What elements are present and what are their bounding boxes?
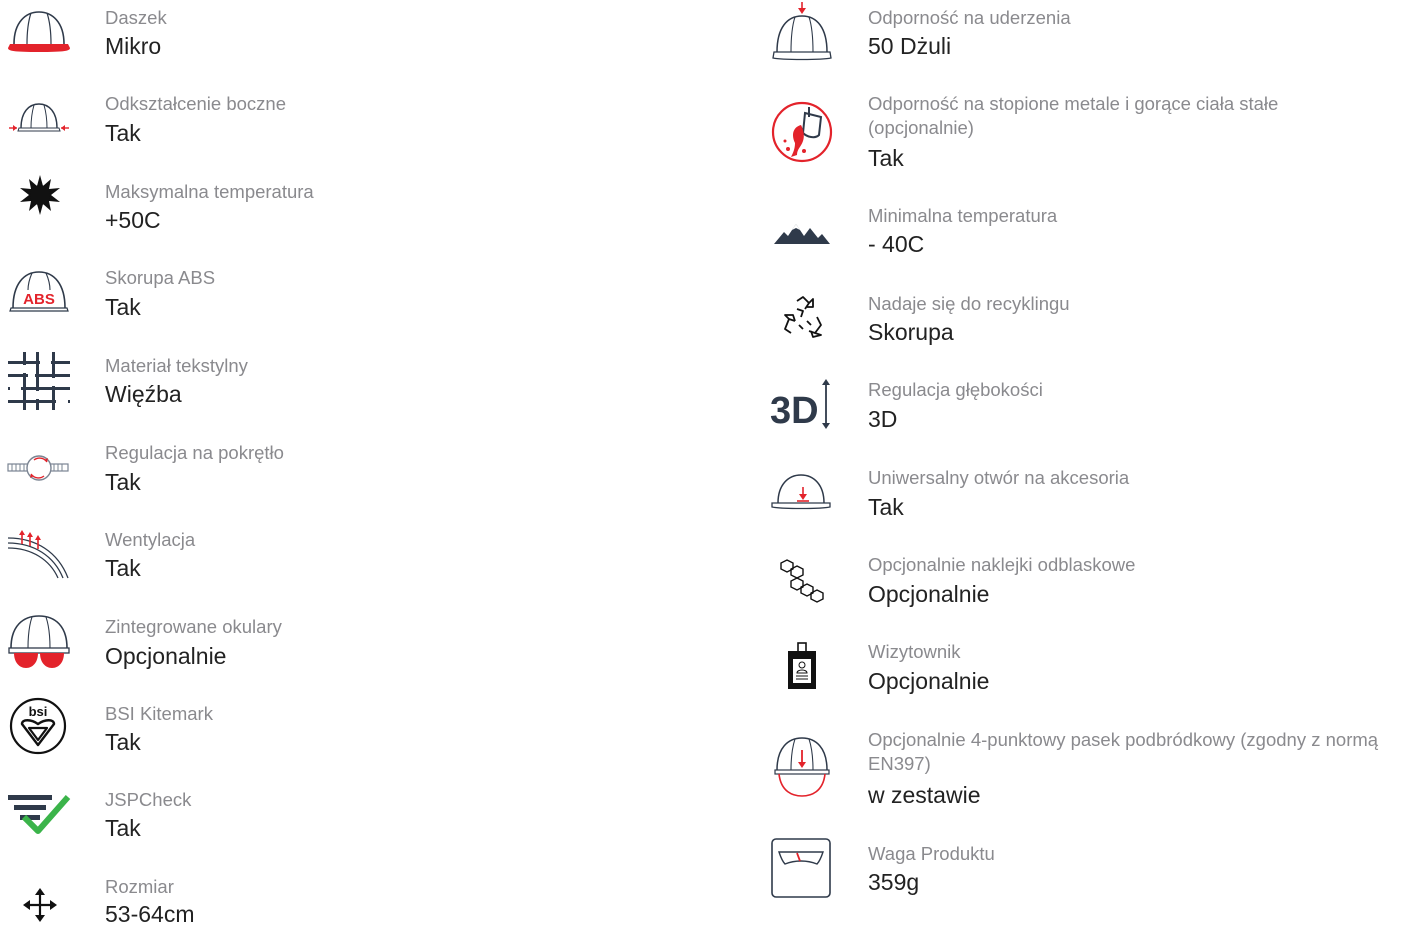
feature-value: Tak [105,294,141,320]
feature-label: JSPCheck [105,789,192,810]
textile-icon [8,352,70,410]
accessory-slot-icon [770,473,832,511]
feature-label: Skorupa ABS [105,267,216,288]
feature-label: Odporność na uderzenia [868,7,1071,28]
feature-label: Rozmiar [105,876,174,897]
feature-value: Skorupa [868,319,954,345]
svg-text:bsi: bsi [29,704,48,719]
feature-value: Mikro [105,33,162,59]
feature-value: - 40C [868,231,925,257]
impact-icon [772,2,832,62]
svg-text:3D: 3D [770,390,819,432]
feature-label: BSI Kitemark [105,703,213,724]
feature-value: Tak [105,555,141,581]
feature-label: Maksymalna temperatura [105,181,314,202]
feature-label: Odporność na stopione metale i gorące ci… [868,93,1279,138]
feature-label: Regulacja na pokrętło [105,442,284,463]
mountains-icon [774,222,830,246]
feature-value: 3D [868,406,898,432]
card-holder-icon [786,642,818,691]
feature-value: Tak [105,815,141,841]
feature-value: Tak [868,494,904,520]
feature-label: Waga Produktu [868,843,995,864]
feature-label: Daszek [105,7,167,28]
feature-value: w zestawie [868,782,981,808]
feature-value: Więźba [105,381,182,407]
feature-label: Wentylacja [105,529,196,550]
jspcheck-icon [8,793,71,835]
side-deformation-icon [8,102,70,138]
molten-metal-icon [771,101,833,163]
feature-value: 359g [868,869,920,895]
feature-value: +50C [105,207,161,233]
scale-icon [771,838,831,898]
feature-label: Nadaje się do recyklingu [868,293,1070,314]
feature-value: Tak [105,469,141,495]
integrated-glasses-icon [8,614,70,670]
feature-label: Minimalna temperatura [868,205,1058,226]
size-arrows-icon [23,888,57,922]
feature-value: 50 Dżuli [868,33,952,59]
feature-label: Opcjonalnie naklejki odblaskowe [868,554,1136,575]
feature-label: Opcjonalnie 4-punktowy pasek podbródkowy… [868,729,1379,774]
wheel-ratchet-icon [6,452,70,484]
feature-value: Opcjonalnie [105,643,227,669]
feature-label: Regulacja głębokości [868,379,1043,400]
feature-label: Uniwersalny otwór na akcesoria [868,467,1130,488]
3d-adjust-icon: 3D [770,377,832,432]
ventilation-icon [7,530,70,580]
reflective-stickers-icon [778,558,826,606]
feature-label: Zintegrowane okulary [105,616,282,637]
feature-value: Opcjonalnie [868,668,990,694]
feature-label: Odkształcenie boczne [105,93,286,114]
feature-value: Tak [868,145,904,171]
svg-text:ABS: ABS [23,291,55,308]
helmet-peak-icon [8,8,70,54]
bsi-kitemark-icon: bsi [9,697,67,755]
abs-shell-icon: ABS [8,264,70,318]
feature-label: Materiał tekstylny [105,355,248,376]
sun-icon [20,175,60,215]
feature-value: Tak [105,729,141,755]
feature-value: Tak [105,120,141,146]
chinstrap-icon [773,736,831,798]
feature-value: 53-64cm [105,901,195,927]
feature-value: Opcjonalnie [868,581,990,607]
feature-label: Wizytownik [868,641,961,662]
recycle-icon [781,295,825,339]
